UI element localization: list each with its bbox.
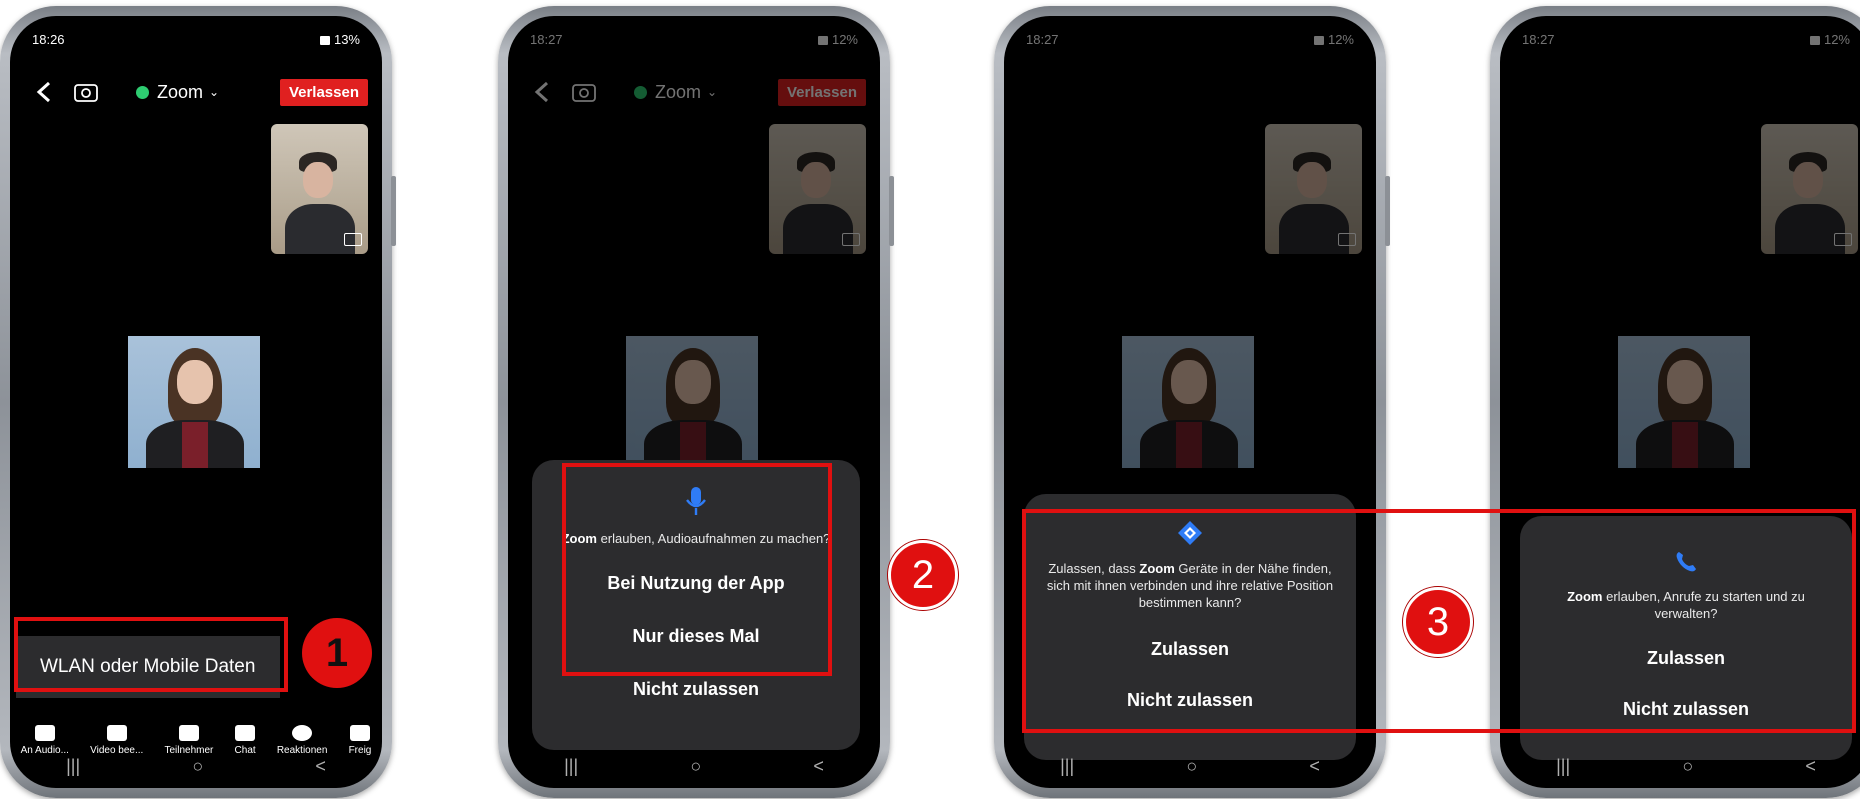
self-face <box>801 162 831 198</box>
meeting-topbar: Zoom ⌄ Verlassen <box>34 76 368 108</box>
self-body <box>1279 204 1349 254</box>
camera-badge-icon <box>842 233 860 246</box>
speaker-face <box>1667 360 1703 404</box>
video-camera-icon <box>106 724 127 741</box>
self-face <box>1297 162 1327 198</box>
participants-icon <box>178 724 199 741</box>
phone-2: 18:27 12% Zoom ⌄ Verlassen Zoom erlauben… <box>498 6 894 798</box>
status-time: 18:26 <box>32 31 65 47</box>
self-face <box>1793 162 1823 198</box>
chevron-down-icon: ⌄ <box>209 85 220 99</box>
chevron-down-icon: ⌄ <box>707 85 718 99</box>
self-body <box>1775 204 1845 254</box>
speaker-video <box>128 336 260 468</box>
self-video-thumbnail[interactable] <box>271 124 368 254</box>
meeting-topbar: Zoom ⌄ Verlassen <box>532 76 866 108</box>
signal-icon <box>1314 35 1325 45</box>
speaker-video <box>1618 336 1750 468</box>
status-time: 18:27 <box>1522 31 1555 47</box>
back-button[interactable]: < <box>1805 756 1816 777</box>
recents-button[interactable]: ||| <box>1556 756 1570 777</box>
status-icons: 13% <box>317 32 360 47</box>
camera-switch-icon[interactable] <box>572 81 596 103</box>
step-marker-2: 2 <box>888 540 958 610</box>
camera-switch-icon[interactable] <box>74 81 98 103</box>
signal-icon <box>818 35 829 45</box>
android-nav-bar: ||| ○ < <box>508 744 880 788</box>
camera-badge-icon <box>1338 233 1356 246</box>
speaker-face <box>1171 360 1207 404</box>
step-marker-1: 1 <box>302 618 372 688</box>
shield-icon <box>634 85 647 99</box>
highlight-box-step1 <box>14 617 288 692</box>
status-battery: 12% <box>1327 31 1354 47</box>
share-screen-icon <box>349 724 370 741</box>
headphones-icon <box>34 724 55 741</box>
back-chevron-icon[interactable] <box>34 81 56 103</box>
leave-button[interactable]: Verlassen <box>279 78 368 106</box>
signal-icon <box>1810 35 1821 45</box>
home-button[interactable]: ○ <box>1682 756 1693 777</box>
back-button[interactable]: < <box>1309 756 1320 777</box>
meeting-title-text: Zoom <box>157 81 204 102</box>
self-video-thumbnail[interactable] <box>1761 124 1858 254</box>
chat-bubble-icon <box>235 724 256 741</box>
self-face <box>303 162 333 198</box>
status-icons: 12% <box>1311 32 1354 47</box>
status-bar: 18:26 13% <box>32 30 360 48</box>
camera-badge-icon <box>1834 233 1852 246</box>
speaker-video <box>1122 336 1254 468</box>
self-body <box>285 204 355 254</box>
speaker-top <box>1176 422 1202 468</box>
step-marker-3: 3 <box>1403 587 1473 657</box>
home-button[interactable]: ○ <box>192 756 203 777</box>
back-button[interactable]: < <box>813 756 824 777</box>
status-icons: 12% <box>815 32 858 47</box>
self-body <box>783 204 853 254</box>
meeting-title[interactable]: Zoom ⌄ <box>136 82 219 103</box>
volume-button <box>1385 176 1390 246</box>
volume-button <box>391 176 396 246</box>
highlight-box-step2 <box>562 463 832 676</box>
self-video-thumbnail[interactable] <box>1265 124 1362 254</box>
home-button[interactable]: ○ <box>690 756 701 777</box>
back-chevron-icon[interactable] <box>532 81 554 103</box>
shield-icon <box>136 85 149 99</box>
speaker-video <box>626 336 758 468</box>
recents-button[interactable]: ||| <box>1060 756 1074 777</box>
leave-button[interactable]: Verlassen <box>777 78 866 106</box>
speaker-face <box>675 360 711 404</box>
android-nav-bar: ||| ○ < <box>10 744 382 788</box>
speaker-top <box>182 422 208 468</box>
status-icons: 12% <box>1807 32 1850 47</box>
status-bar: 18:27 12% <box>1026 30 1354 48</box>
volume-button <box>889 176 894 246</box>
speaker-face <box>177 360 213 404</box>
recents-button[interactable]: ||| <box>66 756 80 777</box>
status-bar: 18:27 12% <box>1522 30 1850 48</box>
recents-button[interactable]: ||| <box>564 756 578 777</box>
speaker-top <box>1672 422 1698 468</box>
camera-badge-icon <box>344 233 362 246</box>
android-nav-bar: ||| ○ < <box>1004 744 1376 788</box>
home-button[interactable]: ○ <box>1186 756 1197 777</box>
meeting-title-text: Zoom <box>655 81 702 102</box>
signal-icon <box>320 35 331 45</box>
status-bar: 18:27 12% <box>530 30 858 48</box>
status-battery: 12% <box>831 31 858 47</box>
back-button[interactable]: < <box>315 756 326 777</box>
self-video-thumbnail[interactable] <box>769 124 866 254</box>
emoji-reaction-icon <box>292 724 313 741</box>
status-battery: 13% <box>333 31 360 47</box>
status-time: 18:27 <box>1026 31 1059 47</box>
deny-button[interactable]: Nicht zulassen <box>532 679 860 700</box>
status-battery: 12% <box>1823 31 1850 47</box>
status-time: 18:27 <box>530 31 563 47</box>
android-nav-bar: ||| ○ < <box>1500 744 1860 788</box>
meeting-title[interactable]: Zoom ⌄ <box>634 82 717 103</box>
